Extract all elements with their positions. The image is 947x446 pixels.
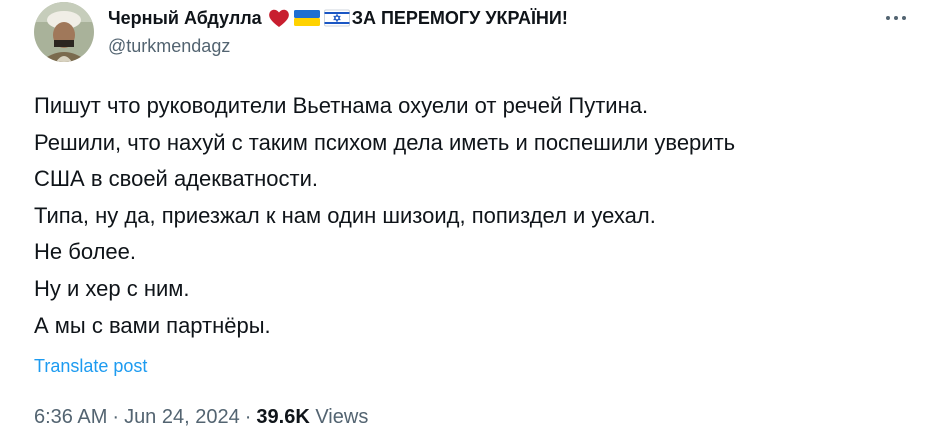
- views-label: Views: [315, 406, 369, 428]
- tweet-header: Черный Абдулла ЗА ПЕРЕМОГУ УКРАЇНИ! @tur…: [108, 6, 907, 66]
- tweet-line: А мы с вами партнёры.: [34, 312, 271, 338]
- more-dots-icon: [886, 16, 906, 20]
- author-name[interactable]: Черный Абдулла: [108, 8, 262, 29]
- views-count: 39.6K: [256, 406, 310, 428]
- translate-post-link[interactable]: Translate post: [34, 356, 147, 377]
- author-name-row: Черный Абдулла ЗА ПЕРЕМОГУ УКРАЇНИ!: [108, 6, 907, 30]
- tweet-time[interactable]: 6:36 AM: [34, 406, 107, 428]
- tweet-date[interactable]: Jun 24, 2024: [124, 406, 240, 428]
- author-handle[interactable]: @turkmendagz: [108, 36, 907, 57]
- tweet-line: Типа, ну да, приезжал к нам один шизоид,…: [34, 202, 656, 228]
- israel-flag-icon: [323, 9, 350, 27]
- tweet-line: Пишут что руководители Вьетнама охуели о…: [34, 93, 649, 118]
- tweet-meta: 6:36 AM · Jun 24, 2024 · 39.6K Views: [34, 406, 368, 429]
- author-name-suffix: ЗА ПЕРЕМОГУ УКРАЇНИ!: [351, 7, 568, 28]
- more-options-button[interactable]: [879, 6, 913, 30]
- tweet-line: Решили, что нахуй с таким психом дела им…: [34, 129, 736, 155]
- tweet-line: США в своей адекватности.: [34, 166, 319, 192]
- separator: ·: [112, 406, 120, 428]
- separator: ·: [244, 406, 252, 428]
- tweet-card: Черный Абдулла ЗА ПЕРЕМОГУ УКРАЇНИ! @tur…: [0, 0, 947, 446]
- tweet-line: Не более.: [34, 239, 137, 265]
- avatar[interactable]: [34, 2, 94, 62]
- ukraine-flag-icon: [293, 9, 320, 27]
- tweet-text: Пишут что руководители Вьетнама охуели о…: [34, 88, 914, 344]
- tweet-line: Ну и хер с ним.: [34, 275, 190, 301]
- red-heart-icon: [268, 8, 290, 28]
